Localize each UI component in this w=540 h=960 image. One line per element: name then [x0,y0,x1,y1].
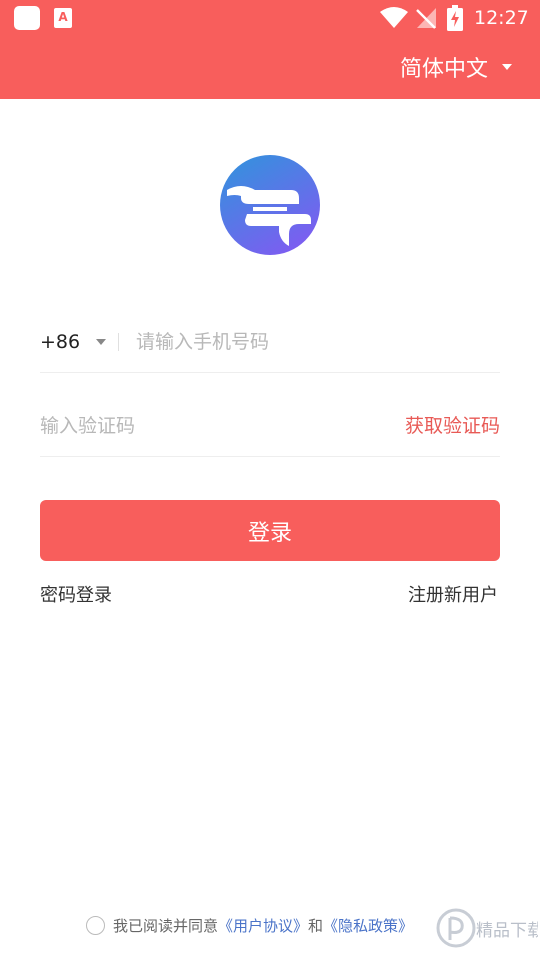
user-agreement-link[interactable]: 《用户协议》 [218,915,308,936]
status-bar: A 12:27 [0,0,540,36]
country-code: +86 [40,331,81,353]
chevron-down-icon [502,64,512,70]
divider [118,333,119,351]
privacy-policy-link[interactable]: 《隐私政策》 [323,915,413,936]
agreement-and: 和 [308,916,324,935]
no-signal-icon [416,8,436,29]
password-login-link[interactable]: 密码登录 [40,582,112,610]
battery-charging-icon [447,5,463,31]
watermark-logo: 精品下载 [436,908,538,948]
phone-input[interactable] [136,327,496,357]
status-time: 12:27 [474,7,529,29]
phone-row: +86 [40,313,500,373]
agreement-checkbox[interactable] [86,915,105,935]
app-badge-icon: A [54,8,72,28]
language-label: 简体中文 [399,57,488,82]
get-code-button[interactable]: 获取验证码 [405,411,500,441]
language-selector[interactable]: 简体中文 [400,50,512,84]
code-row: 获取验证码 [40,397,500,457]
verification-code-input[interactable] [40,411,360,441]
country-code-selector[interactable]: +86 [40,327,107,357]
agreement-text: 我已阅读并同意 [113,916,219,935]
top-app-bar: A 12:27 简体中文 [0,0,540,99]
chevron-down-icon [96,339,107,345]
register-link[interactable]: 注册新用户 [408,582,498,610]
notification-square-icon [14,6,40,30]
wifi-icon [380,7,408,28]
watermark-text: 精品下载 [476,921,538,941]
login-button[interactable]: 登录 [40,500,500,561]
app-logo-icon [220,155,320,255]
agreement-row: 我已阅读并同意 《用户协议》 和 《隐私政策》 [86,911,413,939]
